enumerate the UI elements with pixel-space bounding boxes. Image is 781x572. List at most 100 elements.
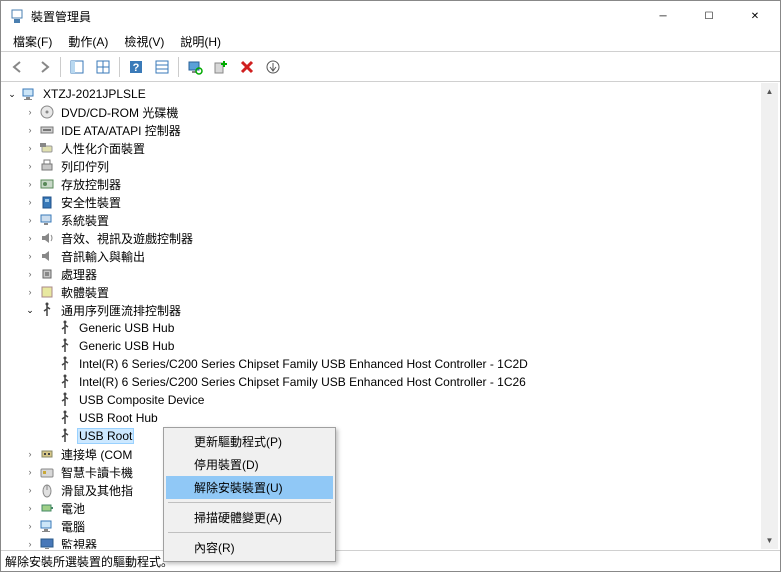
- menu-action[interactable]: 動作(A): [60, 31, 116, 52]
- tree-device[interactable]: Generic USB Hub: [3, 319, 760, 337]
- vertical-scrollbar[interactable]: ▲ ▼: [761, 83, 778, 549]
- tree-category[interactable]: › 監視器: [3, 535, 760, 549]
- expand-arrow-icon[interactable]: ⌄: [5, 89, 19, 100]
- tree-item-label: 音效、視訊及遊戲控制器: [59, 229, 195, 248]
- close-button[interactable]: ✕: [732, 1, 778, 31]
- sound-icon: [39, 230, 55, 246]
- tree-item-label: 系統裝置: [59, 211, 111, 230]
- scroll-up-button[interactable]: ▲: [761, 83, 778, 100]
- tree-category[interactable]: › 智慧卡讀卡機: [3, 463, 760, 481]
- expand-arrow-icon[interactable]: ›: [23, 503, 37, 513]
- menu-help[interactable]: 說明(H): [172, 31, 229, 52]
- expand-arrow-icon[interactable]: ›: [23, 197, 37, 207]
- tree-item-label: 人性化介面裝置: [59, 139, 147, 158]
- battery-icon: [39, 500, 55, 516]
- help-icon[interactable]: ?: [124, 55, 148, 79]
- expand-arrow-icon[interactable]: ⌄: [23, 305, 37, 316]
- tree-device[interactable]: USB Composite Device: [3, 391, 760, 409]
- tree-root[interactable]: ⌄ XTZJ-2021JPLSLE: [3, 85, 760, 103]
- usb-icon: [57, 428, 73, 444]
- expand-arrow-icon[interactable]: ›: [23, 233, 37, 243]
- scroll-down-button[interactable]: ▼: [761, 532, 778, 549]
- expand-arrow-icon[interactable]: ›: [23, 251, 37, 261]
- tree-device[interactable]: Intel(R) 6 Series/C200 Series Chipset Fa…: [3, 355, 760, 373]
- scan-hardware-icon[interactable]: [183, 55, 207, 79]
- smartcard-icon: [39, 464, 55, 480]
- expand-arrow-icon[interactable]: ›: [23, 215, 37, 225]
- toolbar-grid-icon[interactable]: [91, 55, 115, 79]
- tree-item-label: 軟體裝置: [59, 283, 111, 302]
- tree-item-label: USB Root Hub: [77, 410, 160, 426]
- tree-category[interactable]: › 音訊輸入與輸出: [3, 247, 760, 265]
- usb-icon: [39, 302, 55, 318]
- back-button[interactable]: [6, 55, 30, 79]
- tree-category[interactable]: › 存放控制器: [3, 175, 760, 193]
- tree-category[interactable]: › 軟體裝置: [3, 283, 760, 301]
- toolbar-table-icon[interactable]: [150, 55, 174, 79]
- tree-category[interactable]: › 處理器: [3, 265, 760, 283]
- remove-icon[interactable]: [235, 55, 259, 79]
- ctx-disable-device[interactable]: 停用裝置(D): [166, 453, 333, 476]
- tree-device[interactable]: Intel(R) 6 Series/C200 Series Chipset Fa…: [3, 373, 760, 391]
- ctx-scan-hardware[interactable]: 掃描硬體變更(A): [166, 506, 333, 529]
- tree-item-label: 處理器: [59, 265, 99, 284]
- minimize-button[interactable]: ─: [640, 1, 686, 31]
- expand-arrow-icon[interactable]: ›: [23, 125, 37, 135]
- expand-arrow-icon[interactable]: ›: [23, 107, 37, 117]
- ctx-separator: [168, 532, 331, 533]
- status-bar: 解除安裝所選裝置的驅動程式。: [1, 550, 780, 571]
- expand-arrow-icon[interactable]: ›: [23, 143, 37, 153]
- tree-category[interactable]: › 列印佇列: [3, 157, 760, 175]
- tree-item-label: XTZJ-2021JPLSLE: [41, 86, 148, 102]
- storage-icon: [39, 176, 55, 192]
- expand-arrow-icon[interactable]: ›: [23, 449, 37, 459]
- app-icon: [9, 8, 25, 24]
- security-icon: [39, 194, 55, 210]
- tree-device[interactable]: USB Root: [3, 427, 760, 445]
- usb-icon: [57, 392, 73, 408]
- computer-icon: [39, 518, 55, 534]
- tree-item-label: USB Composite Device: [77, 392, 206, 408]
- tree-category[interactable]: › 電腦: [3, 517, 760, 535]
- svg-text:?: ?: [133, 62, 140, 74]
- expand-arrow-icon[interactable]: ›: [23, 269, 37, 279]
- tree-item-label: 電腦: [59, 517, 87, 536]
- tree-category[interactable]: › 音效、視訊及遊戲控制器: [3, 229, 760, 247]
- tree-category[interactable]: › DVD/CD-ROM 光碟機: [3, 103, 760, 121]
- forward-button[interactable]: [32, 55, 56, 79]
- down-arrow-icon[interactable]: [261, 55, 285, 79]
- tree-category-usb[interactable]: ⌄ 通用序列匯流排控制器: [3, 301, 760, 319]
- ctx-separator: [168, 502, 331, 503]
- tree-category[interactable]: › 電池: [3, 499, 760, 517]
- menu-view[interactable]: 檢視(V): [116, 31, 172, 52]
- ctx-update-driver[interactable]: 更新驅動程式(P): [166, 430, 333, 453]
- tree-category[interactable]: › IDE ATA/ATAPI 控制器: [3, 121, 760, 139]
- tree-category[interactable]: › 滑鼠及其他指: [3, 481, 760, 499]
- tree-device[interactable]: Generic USB Hub: [3, 337, 760, 355]
- expand-arrow-icon[interactable]: ›: [23, 161, 37, 171]
- expand-arrow-icon[interactable]: ›: [23, 179, 37, 189]
- tree-category[interactable]: › 連接埠 (COM: [3, 445, 760, 463]
- maximize-button[interactable]: ☐: [686, 1, 732, 31]
- context-menu: 更新驅動程式(P) 停用裝置(D) 解除安裝裝置(U) 掃描硬體變更(A) 內容…: [163, 427, 336, 562]
- tree-item-label: Generic USB Hub: [77, 320, 176, 336]
- device-tree[interactable]: ⌄ XTZJ-2021JPLSLE › DVD/CD-ROM 光碟機 › IDE…: [3, 83, 760, 549]
- expand-arrow-icon[interactable]: ›: [23, 287, 37, 297]
- tree-device[interactable]: USB Root Hub: [3, 409, 760, 427]
- tree-item-label: 安全性裝置: [59, 193, 123, 212]
- cpu-icon: [39, 266, 55, 282]
- expand-arrow-icon[interactable]: ›: [23, 521, 37, 531]
- ctx-uninstall-device[interactable]: 解除安裝裝置(U): [166, 476, 333, 499]
- expand-arrow-icon[interactable]: ›: [23, 539, 37, 549]
- toolbar-view-icon[interactable]: [65, 55, 89, 79]
- computer-icon: [21, 86, 37, 102]
- add-hardware-icon[interactable]: [209, 55, 233, 79]
- tree-category[interactable]: › 人性化介面裝置: [3, 139, 760, 157]
- menu-file[interactable]: 檔案(F): [5, 31, 60, 52]
- expand-arrow-icon[interactable]: ›: [23, 467, 37, 477]
- tree-item-label: USB Root: [77, 428, 134, 444]
- tree-category[interactable]: › 系統裝置: [3, 211, 760, 229]
- tree-category[interactable]: › 安全性裝置: [3, 193, 760, 211]
- expand-arrow-icon[interactable]: ›: [23, 485, 37, 495]
- ctx-properties[interactable]: 內容(R): [166, 536, 333, 559]
